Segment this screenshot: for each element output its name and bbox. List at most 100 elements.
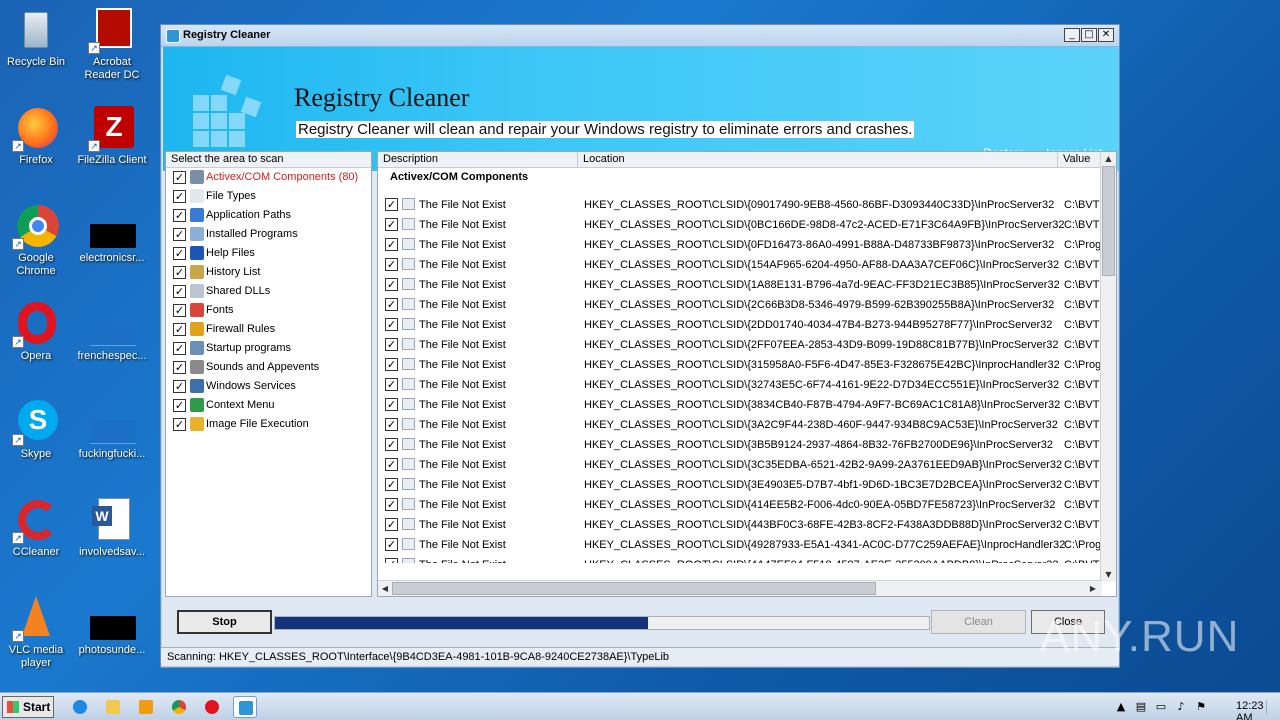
result-row[interactable]: ✓ The File Not Exist HKEY_CLASSES_ROOT\CLS… <box>378 375 1102 395</box>
volume-icon[interactable]: ♪ <box>1174 700 1188 714</box>
result-checkbox[interactable]: ✓ <box>385 478 398 491</box>
title-bar[interactable]: Registry Cleaner _ □ ✕ <box>161 25 1119 47</box>
result-row[interactable]: ✓ The File Not Exist HKEY_CLASSES_ROOT\CLS… <box>378 435 1102 455</box>
skype-shortcut[interactable]: S ↗ Skype <box>0 400 74 461</box>
scan-area-item[interactable]: ✓ Startup programs <box>166 339 371 358</box>
result-checkbox[interactable]: ✓ <box>385 418 398 431</box>
scan-area-item[interactable]: ✓ Shared DLLs <box>166 282 371 301</box>
column-value[interactable]: Value <box>1058 152 1102 168</box>
result-row[interactable]: ✓ The File Not Exist HKEY_CLASSES_ROOT\CLS… <box>378 215 1102 235</box>
scan-area-checkbox[interactable]: ✓ <box>173 361 186 374</box>
involvedsav-file[interactable]: W involvedsav... <box>74 498 150 559</box>
taskbar-registry-cleaner[interactable] <box>233 696 257 718</box>
result-checkbox[interactable]: ✓ <box>385 458 398 471</box>
scan-area-checkbox[interactable]: ✓ <box>173 266 186 279</box>
scan-area-item[interactable]: ✓ Context Menu <box>166 396 371 415</box>
taskbar-chrome[interactable] <box>167 696 191 718</box>
recycle-bin-shortcut[interactable]: Recycle Bin <box>0 8 74 69</box>
close-window-button[interactable]: ✕ <box>1098 28 1114 42</box>
result-checkbox[interactable]: ✓ <box>385 378 398 391</box>
scan-area-item[interactable]: ✓ Application Paths <box>166 206 371 225</box>
result-checkbox[interactable]: ✓ <box>385 238 398 251</box>
result-row[interactable]: ✓ The File Not Exist HKEY_CLASSES_ROOT\CLS… <box>378 395 1102 415</box>
minimize-button[interactable]: _ <box>1064 28 1080 42</box>
clean-button[interactable]: Clean <box>931 610 1026 634</box>
result-checkbox[interactable]: ✓ <box>385 258 398 271</box>
scan-area-checkbox[interactable]: ✓ <box>173 323 186 336</box>
result-checkbox[interactable]: ✓ <box>385 358 398 371</box>
chrome-shortcut[interactable]: ↗ Google Chrome <box>0 204 74 278</box>
horizontal-scroll-thumb[interactable] <box>392 582 876 595</box>
result-row[interactable]: ✓ The File Not Exist HKEY_CLASSES_ROOT\CLS… <box>378 515 1102 535</box>
scan-area-checkbox[interactable]: ✓ <box>173 399 186 412</box>
result-row[interactable]: ✓ The File Not Exist HKEY_CLASSES_ROOT\CLS… <box>378 455 1102 475</box>
result-row[interactable]: ✓ The File Not Exist HKEY_CLASSES_ROOT\CLS… <box>378 335 1102 355</box>
scan-area-checkbox[interactable]: ✓ <box>173 285 186 298</box>
scan-area-item[interactable]: ✓ Sounds and Appevents <box>166 358 371 377</box>
result-row[interactable]: ✓ The File Not Exist HKEY_CLASSES_ROOT\CLS… <box>378 555 1102 563</box>
scan-area-checkbox[interactable]: ✓ <box>173 190 186 203</box>
result-checkbox[interactable]: ✓ <box>385 438 398 451</box>
result-checkbox[interactable]: ✓ <box>385 498 398 511</box>
result-row[interactable]: ✓ The File Not Exist HKEY_CLASSES_ROOT\CLS… <box>378 355 1102 375</box>
scan-area-checkbox[interactable]: ✓ <box>173 304 186 317</box>
scroll-left-icon[interactable]: ◀ <box>378 581 392 596</box>
result-checkbox[interactable]: ✓ <box>385 558 398 563</box>
result-row[interactable]: ✓ The File Not Exist HKEY_CLASSES_ROOT\CLS… <box>378 535 1102 555</box>
taskbar-opera[interactable] <box>200 696 224 718</box>
result-row[interactable]: ✓ The File Not Exist HKEY_CLASSES_ROOT\CLS… <box>378 415 1102 435</box>
scan-area-item[interactable]: ✓ Fonts <box>166 301 371 320</box>
scan-area-item[interactable]: ✓ Image File Execution <box>166 415 371 434</box>
scan-area-checkbox[interactable]: ✓ <box>173 342 186 355</box>
result-row[interactable]: ✓ The File Not Exist HKEY_CLASSES_ROOT\CLS… <box>378 195 1102 215</box>
show-hidden-icons-icon[interactable]: ▲ <box>1114 700 1128 714</box>
result-checkbox[interactable]: ✓ <box>385 278 398 291</box>
scan-area-checkbox[interactable]: ✓ <box>173 380 186 393</box>
result-row[interactable]: ✓ The File Not Exist HKEY_CLASSES_ROOT\CLS… <box>378 255 1102 275</box>
scroll-up-icon[interactable]: ▲ <box>1101 152 1116 166</box>
result-checkbox[interactable]: ✓ <box>385 538 398 551</box>
maximize-button[interactable]: □ <box>1081 28 1097 42</box>
result-checkbox[interactable]: ✓ <box>385 198 398 211</box>
result-row[interactable]: ✓ The File Not Exist HKEY_CLASSES_ROOT\CLS… <box>378 275 1102 295</box>
scan-area-checkbox[interactable]: ✓ <box>173 171 186 184</box>
opera-shortcut[interactable]: ↗ Opera <box>0 302 74 363</box>
scan-area-item[interactable]: ✓ Firewall Rules <box>166 320 371 339</box>
horizontal-scrollbar[interactable]: ◀ ▶ <box>378 580 1102 596</box>
scroll-right-icon[interactable]: ▶ <box>1086 581 1100 596</box>
scan-area-item[interactable]: ✓ History List <box>166 263 371 282</box>
scan-area-checkbox[interactable]: ✓ <box>173 247 186 260</box>
battery-icon[interactable]: ▭ <box>1154 700 1168 714</box>
fucking-file[interactable]: fuckingfucki... <box>74 400 150 461</box>
vertical-scroll-thumb[interactable] <box>1102 166 1115 276</box>
result-row[interactable]: ✓ The File Not Exist HKEY_CLASSES_ROOT\CLS… <box>378 495 1102 515</box>
show-desktop-button[interactable] <box>1266 700 1280 714</box>
scroll-down-icon[interactable]: ▼ <box>1101 568 1116 582</box>
scan-area-item[interactable]: ✓ File Types <box>166 187 371 206</box>
result-checkbox[interactable]: ✓ <box>385 298 398 311</box>
taskbar-ie[interactable] <box>68 696 92 718</box>
acrobat-shortcut[interactable]: ↗ Acrobat Reader DC <box>74 8 150 82</box>
start-button[interactable]: Start <box>2 696 54 718</box>
scan-area-checkbox[interactable]: ✓ <box>173 228 186 241</box>
scan-area-checkbox[interactable]: ✓ <box>173 418 186 431</box>
scan-area-item[interactable]: ✓ Activex/COM Components (80) <box>166 168 371 187</box>
result-row[interactable]: ✓ The File Not Exist HKEY_CLASSES_ROOT\CLS… <box>378 295 1102 315</box>
scan-area-item[interactable]: ✓ Installed Programs <box>166 225 371 244</box>
taskbar-media-player[interactable] <box>134 696 158 718</box>
result-checkbox[interactable]: ✓ <box>385 518 398 531</box>
scan-area-item[interactable]: ✓ Help Files <box>166 244 371 263</box>
result-checkbox[interactable]: ✓ <box>385 318 398 331</box>
result-row[interactable]: ✓ The File Not Exist HKEY_CLASSES_ROOT\CLS… <box>378 235 1102 255</box>
result-checkbox[interactable]: ✓ <box>385 218 398 231</box>
result-row[interactable]: ✓ The File Not Exist HKEY_CLASSES_ROOT\CLS… <box>378 475 1102 495</box>
vlc-shortcut[interactable]: ↗ VLC media player <box>0 596 74 670</box>
taskbar-explorer[interactable] <box>101 696 125 718</box>
electronics-file[interactable]: electronicsr... <box>74 204 150 265</box>
result-checkbox[interactable]: ✓ <box>385 338 398 351</box>
scan-area-item[interactable]: ✓ Windows Services <box>166 377 371 396</box>
network-icon[interactable]: ▤ <box>1134 700 1148 714</box>
photosunde-file[interactable]: photosunde... <box>74 596 150 657</box>
frenchespec-file[interactable]: frenchespec... <box>74 302 150 363</box>
clock[interactable]: 12:23 AM <box>1236 700 1264 720</box>
